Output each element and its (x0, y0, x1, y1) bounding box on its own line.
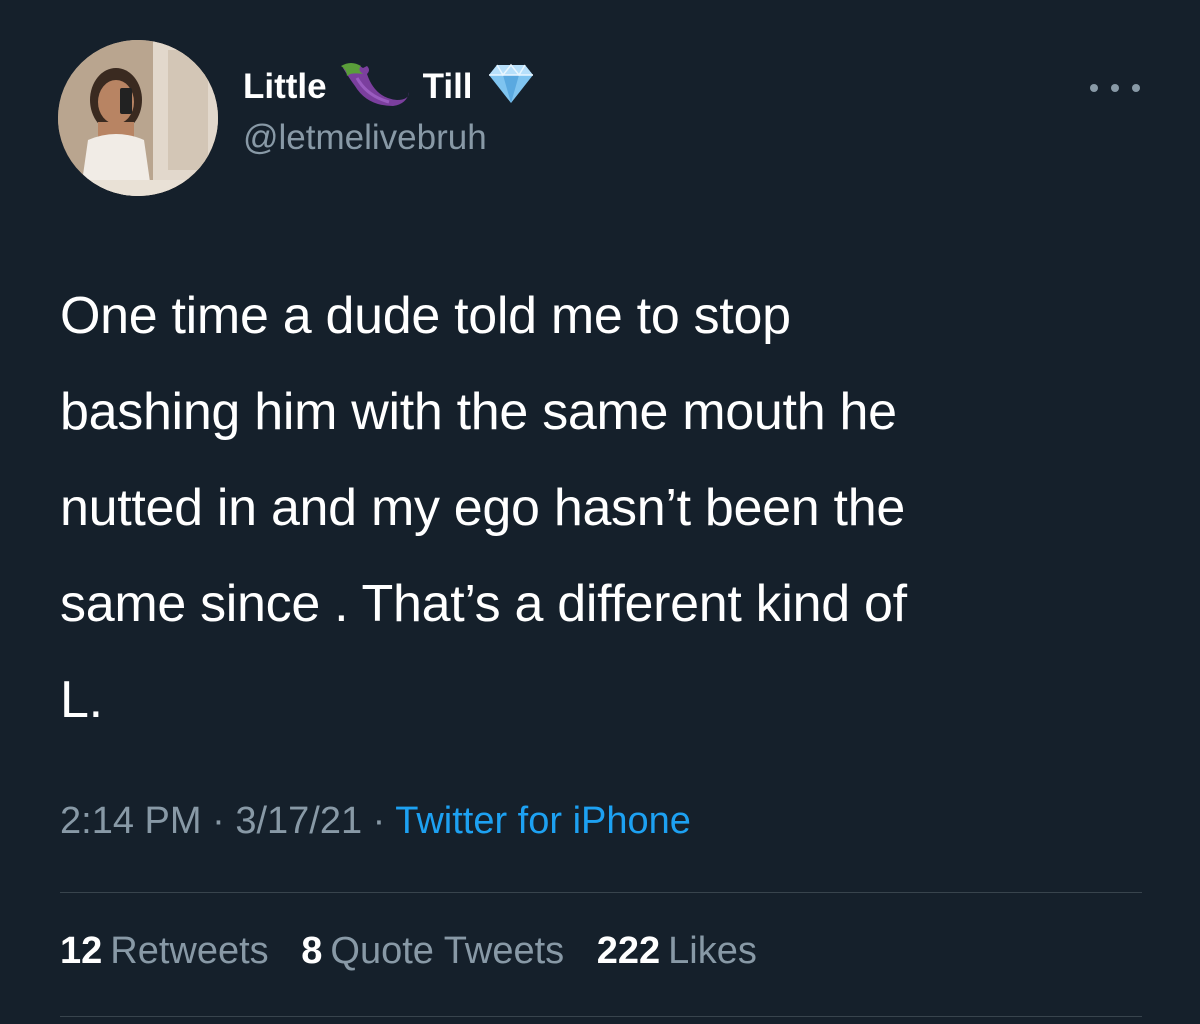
likes-count: 222 (596, 930, 661, 972)
tweet-time[interactable]: 2:14 PM (60, 800, 202, 842)
avatar[interactable] (58, 40, 218, 196)
tweet-meta: 2:14 PM · 3/17/21 · Twitter for iPhone (60, 800, 691, 843)
author-handle[interactable]: @letmelivebruh (243, 118, 535, 158)
quote-tweets-count: 8 (301, 930, 323, 972)
likes-stat[interactable]: 222 Likes (597, 930, 757, 973)
tweet-text-line: L. (60, 671, 103, 729)
tweet-text-line: bashing him with the same mouth he (60, 383, 897, 441)
eggplant-icon (337, 58, 413, 117)
divider (60, 892, 1142, 893)
tweet-text: One time a dude told me to stop bashing … (60, 268, 1160, 748)
meta-separator: · (362, 800, 396, 842)
more-dot (1111, 84, 1119, 92)
quote-tweets-label: Quote Tweets (330, 930, 565, 972)
tweet-source-link[interactable]: Twitter for iPhone (395, 800, 691, 842)
display-name-part-2: Till (422, 67, 473, 106)
divider (60, 1016, 1142, 1017)
retweets-count: 12 (60, 930, 103, 972)
tweet-card: Little Till @letmelivebruh One time a du… (0, 0, 1200, 1024)
meta-separator: · (201, 800, 236, 842)
tweet-text-line: same since . That’s a different kind of (60, 575, 907, 633)
more-dot (1132, 84, 1140, 92)
display-name[interactable]: Little Till (243, 62, 535, 112)
tweet-text-line: nutted in and my ego hasn’t been the (60, 479, 905, 537)
diamond-icon (487, 61, 535, 114)
tweet-date[interactable]: 3/17/21 (235, 800, 362, 842)
author-header: Little Till @letmelivebruh (243, 62, 535, 158)
retweets-label: Retweets (110, 930, 269, 972)
tweet-text-line: One time a dude told me to stop (60, 287, 791, 345)
likes-label: Likes (668, 930, 757, 972)
quote-tweets-stat[interactable]: 8 Quote Tweets (301, 930, 564, 973)
retweets-stat[interactable]: 12 Retweets (60, 930, 269, 973)
avatar-photo (58, 40, 218, 196)
tweet-stats: 12 Retweets 8 Quote Tweets 222 Likes (60, 930, 779, 973)
display-name-part-1: Little (243, 67, 327, 106)
more-options-icon[interactable] (1090, 78, 1140, 98)
more-dot (1090, 84, 1098, 92)
